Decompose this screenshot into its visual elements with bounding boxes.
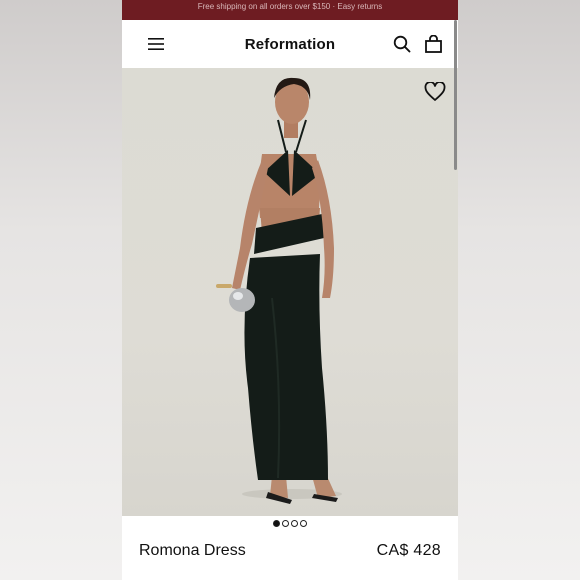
carousel-dot[interactable] xyxy=(291,520,298,527)
promo-text: Free shipping on all orders over $150 · … xyxy=(197,2,383,11)
carousel-indicator xyxy=(122,520,458,527)
wishlist-heart-icon[interactable] xyxy=(424,81,446,107)
carousel-dot[interactable] xyxy=(282,520,289,527)
bag-icon[interactable] xyxy=(425,35,442,53)
search-icon[interactable] xyxy=(393,35,411,53)
product-image[interactable] xyxy=(122,68,458,516)
product-price: CA$ 428 xyxy=(376,542,441,559)
carousel-dot[interactable] xyxy=(300,520,307,527)
top-nav: Reformation xyxy=(122,20,458,68)
carousel-dot[interactable] xyxy=(273,520,280,527)
scrollbar[interactable] xyxy=(454,20,457,170)
product-name[interactable]: Romona Dress xyxy=(139,542,246,560)
product-page: Free shipping on all orders over $150 · … xyxy=(122,0,458,580)
menu-icon[interactable] xyxy=(148,37,164,51)
promo-banner[interactable]: Free shipping on all orders over $150 · … xyxy=(122,0,458,20)
model-photo xyxy=(216,77,342,504)
product-info: Romona Dress CA$ 428 xyxy=(122,542,458,560)
